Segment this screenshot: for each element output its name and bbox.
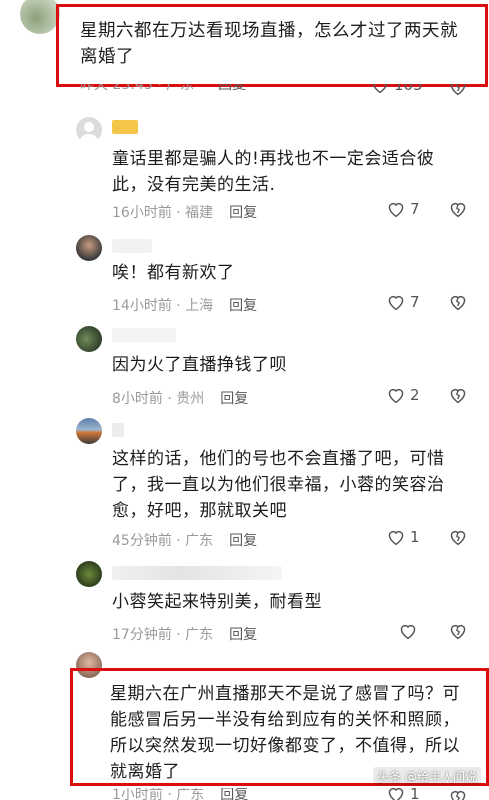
comment-text: 这样的话，他们的号也不会直播了吧，可惜了，我一直以为他们很幸福，小蓉的笑容治愈，… — [112, 449, 445, 521]
like-button[interactable]: 7 — [386, 293, 420, 311]
heart-outline-icon — [388, 388, 404, 404]
like-count: 1 — [410, 528, 420, 546]
like-button[interactable] — [398, 622, 422, 640]
avatar[interactable] — [76, 326, 102, 352]
comment-meta: 8小时前 · 贵州 回复 — [112, 388, 248, 408]
like-button[interactable]: 1 — [386, 528, 420, 546]
dislike-button[interactable] — [448, 788, 468, 800]
broken-heart-icon — [450, 202, 466, 218]
dislike-button[interactable] — [448, 528, 468, 550]
broken-heart-icon — [450, 84, 466, 96]
comment-text: 童话里都是骗人的!再找也不一定会适合彼此，没有完美的生活. — [112, 149, 435, 195]
comment-text: 星期六都在万达看现场直播，怎么才过了两天就离婚了 — [80, 21, 458, 67]
reply-button[interactable]: 回复 — [220, 788, 248, 800]
like-count: 7 — [410, 200, 420, 218]
reply-button[interactable]: 回复 — [229, 530, 257, 550]
comment-meta: 14小时前 · 上海 回复 — [112, 295, 257, 315]
avatar[interactable] — [76, 117, 102, 143]
time-location: 45分钟前 · 广东 — [112, 533, 214, 549]
dislike-button[interactable] — [448, 386, 468, 408]
broken-heart-icon — [450, 530, 466, 546]
watermark: 头条 @给丰人间说 — [373, 767, 481, 786]
dislike-button[interactable] — [448, 84, 468, 98]
reply-button[interactable]: 回复 — [218, 84, 246, 94]
heart-outline-icon — [388, 202, 404, 218]
username[interactable] — [112, 328, 176, 342]
reply-button[interactable]: 回复 — [229, 624, 257, 644]
time-location: 16小时前 · 福建 — [112, 205, 214, 221]
comment-meta: 16小时前 · 福建 回复 — [112, 202, 257, 222]
heart-outline-icon — [388, 295, 404, 311]
like-button[interactable]: 2 — [386, 386, 420, 404]
like-button[interactable]: 7 — [386, 200, 420, 218]
comment-text: 小蓉笑起来特别美，耐看型 — [112, 592, 322, 612]
dislike-button[interactable] — [448, 622, 468, 644]
avatar[interactable] — [20, 0, 60, 34]
reply-button[interactable]: 回复 — [229, 295, 257, 315]
heart-outline-icon — [388, 530, 404, 546]
comment-meta: 1小时前 · 广东 回复 — [112, 788, 248, 800]
like-count: 7 — [410, 293, 420, 311]
reply-button[interactable]: 回复 — [220, 388, 248, 408]
comment-text: 因为火了直播挣钱了呗 — [112, 355, 287, 375]
time-location: 14小时前 · 上海 — [112, 298, 214, 314]
like-button[interactable]: 105 — [370, 84, 423, 98]
username[interactable] — [112, 566, 282, 580]
reply-button[interactable]: 回复 — [229, 202, 257, 222]
avatar[interactable] — [76, 561, 102, 587]
time-location: 昨天 23:43 · 广东 — [80, 84, 195, 93]
dislike-button[interactable] — [448, 200, 468, 222]
like-count: 1 — [410, 788, 420, 800]
avatar[interactable] — [76, 235, 102, 261]
heart-outline-icon — [372, 84, 388, 94]
comment-meta: 45分钟前 · 广东 回复 — [112, 530, 257, 550]
comment-meta: 17分钟前 · 广东 回复 — [112, 624, 257, 644]
broken-heart-icon — [450, 790, 466, 800]
heart-outline-icon — [388, 788, 404, 800]
heart-outline-icon — [400, 624, 416, 640]
username[interactable] — [112, 239, 152, 253]
avatar[interactable] — [76, 418, 102, 444]
broken-heart-icon — [450, 388, 466, 404]
broken-heart-icon — [450, 295, 466, 311]
like-count: 2 — [410, 386, 420, 404]
broken-heart-icon — [450, 624, 466, 640]
like-button[interactable]: 1 — [386, 788, 420, 800]
dislike-button[interactable] — [448, 293, 468, 315]
comment-meta: 昨天 23:43 · 广东 回复 — [80, 84, 246, 100]
like-count: 105 — [394, 84, 423, 94]
time-location: 8小时前 · 贵州 — [112, 391, 205, 407]
comment-text: 唉！都有新欢了 — [112, 263, 235, 283]
time-location: 17分钟前 · 广东 — [112, 627, 214, 643]
time-location: 1小时前 · 广东 — [112, 788, 205, 800]
username[interactable] — [112, 120, 138, 134]
username[interactable] — [112, 423, 124, 437]
